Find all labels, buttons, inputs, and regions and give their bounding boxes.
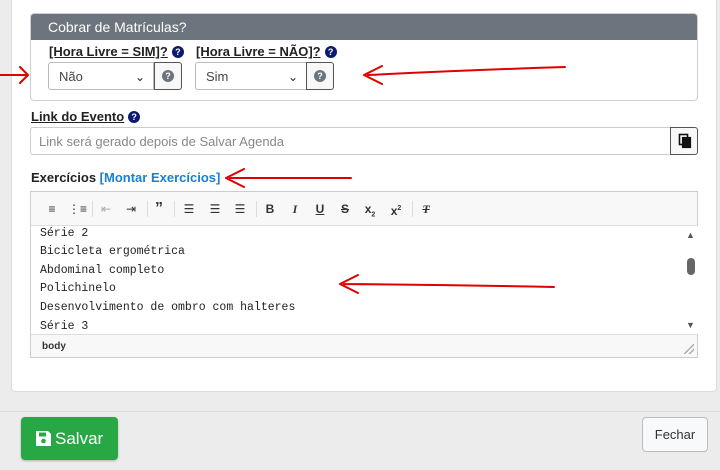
- editor-toolbar: ≡ ⋮≡ ⇤ ⇥ ” ☰ ☰ ☰ B I U S x2 x2 T: [31, 192, 697, 226]
- footer-divider: [0, 411, 720, 412]
- element-path[interactable]: body: [42, 341, 66, 352]
- editor-content[interactable]: Série 2 Bicicleta ergométrica Abdominal …: [31, 226, 683, 334]
- copy-link-button[interactable]: [670, 127, 698, 155]
- question-icon: ?: [162, 70, 174, 82]
- indent-icon[interactable]: ⇥: [123, 201, 139, 217]
- hora-livre-sim-help-button[interactable]: ?: [154, 62, 182, 90]
- numbered-list-icon[interactable]: ≡: [44, 201, 60, 217]
- bold-icon[interactable]: B: [262, 201, 278, 217]
- link-evento-label: Link do Evento?: [31, 109, 141, 124]
- exercise-line: Abdominal completo: [40, 264, 165, 277]
- align-left-icon[interactable]: ☰: [181, 201, 197, 217]
- scroll-up-icon[interactable]: ▲: [686, 230, 695, 240]
- hora-livre-sim-select[interactable]: Não ⌄: [48, 62, 154, 90]
- exercise-line: Bicicleta ergométrica: [40, 245, 185, 258]
- subscript-icon[interactable]: x2: [362, 201, 378, 218]
- align-right-icon[interactable]: ☰: [232, 201, 248, 217]
- chevron-down-icon: ⌄: [134, 70, 145, 84]
- montar-exercicios-link[interactable]: [Montar Exercícios]: [100, 170, 221, 185]
- exercise-line: Série 2: [40, 227, 89, 240]
- hora-livre-sim-label: [Hora Livre = SIM]??: [49, 44, 184, 59]
- align-center-icon[interactable]: ☰: [207, 201, 223, 217]
- hora-livre-nao-label: [Hora Livre = NÃO]??: [196, 44, 337, 59]
- strikethrough-icon[interactable]: S: [337, 201, 353, 217]
- scroll-down-icon[interactable]: ▼: [686, 320, 695, 330]
- hora-livre-nao-help-button[interactable]: ?: [306, 62, 334, 90]
- copy-icon: [678, 133, 692, 149]
- exercise-line: Desenvolvimento de ombro com halteres: [40, 301, 296, 314]
- exercise-line: Polichinelo: [40, 282, 116, 295]
- outdent-icon[interactable]: ⇤: [98, 201, 114, 217]
- chevron-down-icon: ⌄: [287, 70, 298, 84]
- link-evento-input[interactable]: Link será gerado depois de Salvar Agenda: [30, 127, 671, 155]
- underline-icon[interactable]: U: [312, 201, 328, 217]
- help-icon[interactable]: ?: [171, 46, 184, 58]
- exercise-line: Série 3: [40, 320, 89, 333]
- remove-format-icon[interactable]: T: [418, 201, 434, 217]
- help-icon[interactable]: ?: [324, 46, 337, 58]
- question-icon: ?: [314, 70, 326, 82]
- help-icon[interactable]: ?: [128, 111, 141, 123]
- floppy-disk-icon: [36, 431, 51, 446]
- scroll-thumb[interactable]: [687, 258, 695, 275]
- bullet-list-icon[interactable]: ⋮≡: [68, 201, 87, 217]
- exercicios-editor: ≡ ⋮≡ ⇤ ⇥ ” ☰ ☰ ☰ B I U S x2 x2 T Série 2…: [30, 191, 698, 358]
- close-button[interactable]: Fechar: [642, 417, 708, 452]
- italic-icon[interactable]: I: [287, 201, 303, 217]
- save-button[interactable]: Salvar: [21, 417, 118, 460]
- blockquote-icon[interactable]: ”: [151, 201, 167, 217]
- panel-title: Cobrar de Matrículas?: [31, 14, 697, 40]
- superscript-icon[interactable]: x2: [388, 201, 404, 218]
- resize-grip-icon[interactable]: [684, 344, 694, 354]
- editor-scrollbar[interactable]: ▲ ▼: [683, 226, 698, 334]
- editor-statusbar: body: [31, 334, 697, 357]
- exercicios-label: Exercícios [Montar Exercícios]: [31, 170, 221, 185]
- hora-livre-nao-select[interactable]: Sim ⌄: [195, 62, 307, 90]
